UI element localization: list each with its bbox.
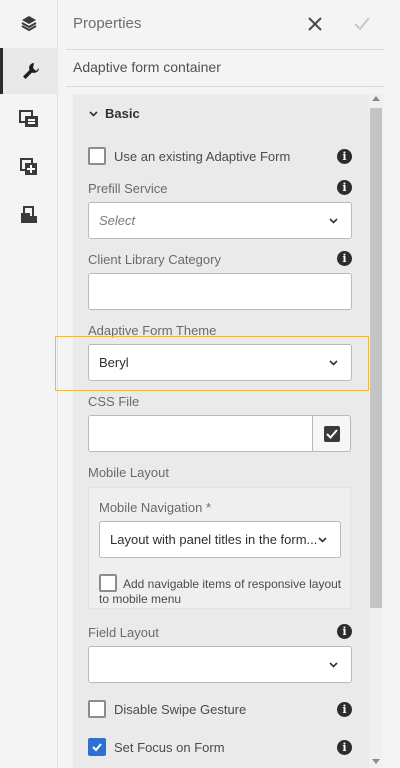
- css-file-input[interactable]: [88, 415, 313, 452]
- swipe-checkbox[interactable]: [88, 700, 106, 718]
- mobile-navigation-value: Layout with panel titles in the form...: [110, 532, 318, 547]
- info-icon[interactable]: i: [337, 702, 352, 717]
- info-icon[interactable]: i: [337, 624, 352, 639]
- navigable-items-option[interactable]: Add navigable items of responsive layout…: [99, 574, 349, 607]
- theme-focus-highlight: [55, 336, 369, 391]
- focus-label: Set Focus on Form: [114, 739, 225, 755]
- close-icon: [308, 17, 322, 31]
- mobile-navigation-label: Mobile Navigation *: [99, 500, 212, 515]
- existing-form-checkbox[interactable]: [88, 147, 106, 165]
- info-icon[interactable]: i: [337, 251, 352, 266]
- close-button[interactable]: [304, 13, 326, 35]
- info-icon[interactable]: i: [337, 180, 352, 195]
- mobile-layout-group: Mobile Navigation * Layout with panel ti…: [88, 487, 351, 609]
- form-container-icon: [19, 110, 38, 127]
- prefill-label: Prefill Service: [88, 181, 168, 196]
- add-component-icon: [20, 158, 37, 175]
- mobile-layout-label: Mobile Layout: [88, 465, 169, 480]
- info-icon[interactable]: i: [337, 149, 352, 164]
- properties-header: Properties: [58, 0, 400, 50]
- navigable-items-label: Add navigable items of responsive layout…: [99, 577, 342, 606]
- rail-properties[interactable]: [0, 48, 58, 94]
- checkmark-icon: [92, 743, 102, 752]
- prefill-select[interactable]: Select: [88, 202, 352, 239]
- prefill-placeholder: Select: [99, 213, 136, 228]
- rail-documents[interactable]: [0, 192, 58, 238]
- section-basic-toggle[interactable]: Basic: [89, 106, 140, 121]
- css-file-browse-button[interactable]: [312, 415, 351, 452]
- chevron-down-icon: [329, 218, 338, 224]
- section-label: Basic: [105, 106, 140, 121]
- existing-form-label: Use an existing Adaptive Form: [114, 148, 291, 164]
- css-file-label: CSS File: [88, 394, 140, 409]
- field-layout-label: Field Layout: [88, 625, 159, 640]
- scroll-up-arrow[interactable]: [372, 96, 380, 101]
- scroll-down-arrow[interactable]: [372, 759, 380, 764]
- checkmark-icon: [354, 17, 370, 31]
- scrollbar-thumb[interactable]: [370, 108, 382, 608]
- navigable-items-checkbox[interactable]: [99, 574, 117, 592]
- chevron-down-icon: [89, 110, 98, 117]
- client-library-label: Client Library Category: [88, 252, 221, 267]
- swipe-label: Disable Swipe Gesture: [114, 701, 247, 717]
- mobile-navigation-select[interactable]: Layout with panel titles in the form...: [99, 521, 341, 558]
- rail-components[interactable]: [0, 144, 58, 190]
- document-stack-icon: [21, 206, 37, 223]
- checkbox-select-icon: [323, 425, 340, 442]
- field-layout-select[interactable]: [88, 646, 352, 683]
- info-icon[interactable]: i: [337, 740, 352, 755]
- chevron-down-icon: [318, 537, 327, 543]
- properties-form: Basic Use an existing Adaptive Form i Pr…: [73, 94, 369, 768]
- rail-layers[interactable]: [0, 0, 58, 46]
- swipe-option[interactable]: Disable Swipe Gesture: [88, 700, 246, 718]
- side-rail: [0, 0, 58, 768]
- done-button[interactable]: [351, 13, 373, 35]
- layers-icon: [21, 16, 37, 32]
- focus-checkbox[interactable]: [88, 738, 106, 756]
- existing-form-option[interactable]: Use an existing Adaptive Form: [88, 147, 290, 165]
- header-divider: [66, 49, 384, 50]
- focus-option[interactable]: Set Focus on Form: [88, 738, 225, 756]
- wrench-icon: [22, 63, 39, 79]
- rail-form-container[interactable]: [0, 96, 58, 142]
- chevron-down-icon: [329, 662, 338, 668]
- client-library-input[interactable]: [88, 273, 352, 310]
- panel-title: Properties: [73, 15, 142, 32]
- component-subtitle: Adaptive form container: [73, 59, 221, 75]
- subtitle-divider: [66, 86, 384, 87]
